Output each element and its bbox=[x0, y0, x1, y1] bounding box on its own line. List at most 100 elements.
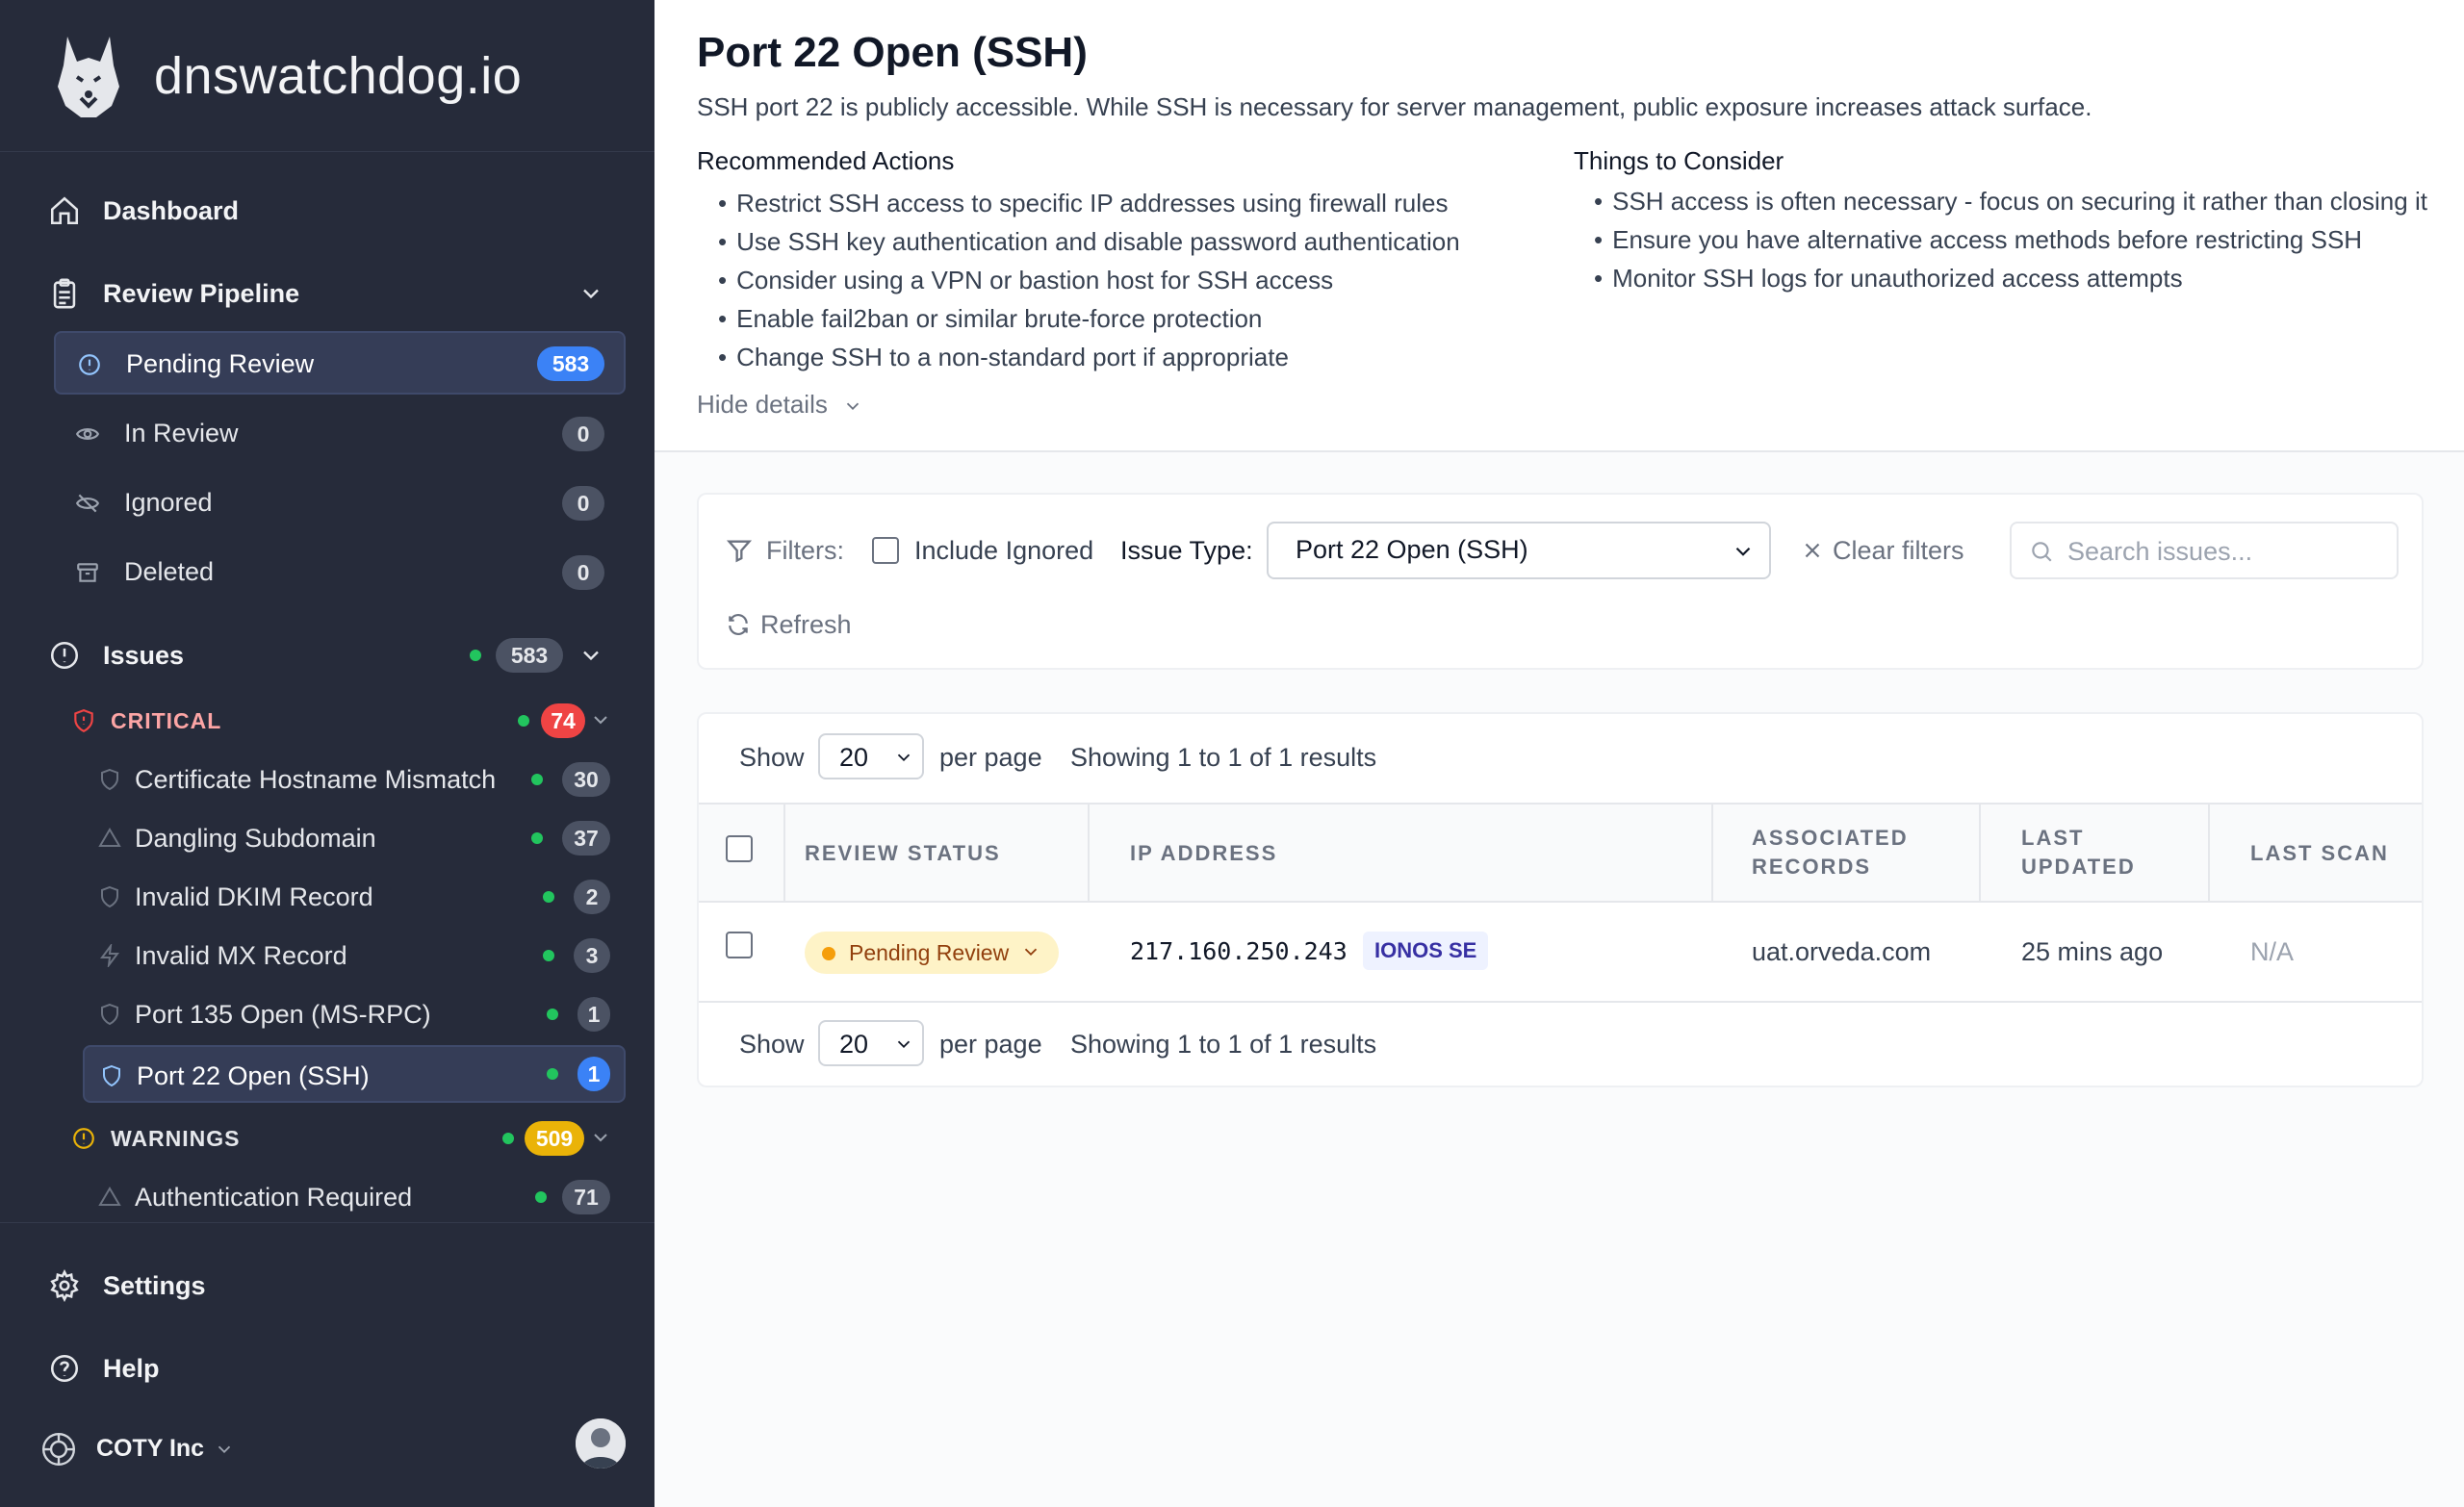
main-content: Port 22 Open (SSH) SSH port 22 is public… bbox=[654, 0, 2464, 1507]
recommended-actions-heading: Recommended Actions bbox=[697, 146, 955, 175]
chevron-down-icon bbox=[1735, 547, 1751, 556]
pipeline-item-in-review[interactable]: In Review 0 bbox=[54, 402, 626, 466]
pipeline-item-label: Deleted bbox=[124, 557, 215, 586]
row-checkbox[interactable] bbox=[726, 932, 753, 958]
per-page-value: 20 bbox=[839, 1030, 869, 1059]
pipeline-item-label: Ignored bbox=[124, 488, 213, 517]
status-dot bbox=[535, 1191, 547, 1203]
per-page-label: per page bbox=[939, 1030, 1042, 1059]
chevron-down-icon[interactable] bbox=[578, 642, 604, 669]
shield-icon bbox=[101, 1003, 118, 1026]
issue-type-select[interactable]: Port 22 Open (SSH) bbox=[1267, 522, 1771, 579]
ip-address[interactable]: 217.160.250.243 bbox=[1130, 937, 1348, 965]
count-badge: 71 bbox=[562, 1180, 610, 1214]
status-dot bbox=[502, 1133, 514, 1144]
clipboard-icon bbox=[53, 278, 76, 309]
brand[interactable]: dnswatchdog.io bbox=[0, 0, 654, 152]
search-input[interactable]: Search issues... bbox=[2010, 522, 2399, 579]
category-critical[interactable]: CRITICAL 74 bbox=[67, 697, 626, 745]
count-badge: 74 bbox=[541, 703, 585, 738]
associated-records[interactable]: uat.orveda.com bbox=[1752, 937, 1931, 967]
issue-type-value: Port 22 Open (SSH) bbox=[1296, 535, 1528, 564]
nav-help[interactable]: Help bbox=[0, 1346, 654, 1391]
hide-details-toggle[interactable]: Hide details bbox=[697, 390, 863, 420]
chevron-down-icon[interactable] bbox=[589, 1126, 612, 1149]
pipeline-item-ignored[interactable]: Ignored 0 bbox=[54, 472, 626, 535]
results-summary: Showing 1 to 1 of 1 results bbox=[1070, 1030, 1377, 1059]
category-label: CRITICAL bbox=[111, 708, 222, 733]
list-item: SSH access is often necessary - focus on… bbox=[1594, 184, 2441, 218]
chevron-down-icon[interactable] bbox=[578, 280, 604, 307]
pipeline-item-label: Pending Review bbox=[126, 349, 315, 378]
clear-filters-label: Clear filters bbox=[1833, 536, 1964, 565]
table-row[interactable]: Pending Review 217.160.250.243 IONOS SE … bbox=[699, 903, 2422, 1001]
user-avatar-image bbox=[576, 1418, 626, 1469]
nav-settings[interactable]: Settings bbox=[0, 1264, 654, 1308]
issue-item-invalid-dkim-record[interactable]: Invalid DKIM Record 2 bbox=[83, 868, 626, 926]
issue-item-dangling-subdomain[interactable]: Dangling Subdomain 37 bbox=[83, 809, 626, 867]
status-dot bbox=[547, 1068, 558, 1080]
last-updated: 25 mins ago bbox=[2021, 937, 2164, 966]
issue-item-label: Port 22 Open (SSH) bbox=[137, 1061, 370, 1090]
per-page-select[interactable]: 20 bbox=[818, 1020, 924, 1066]
issue-item-port-22-open[interactable]: Port 22 Open (SSH) 1 bbox=[83, 1045, 626, 1103]
last-scan: N/A bbox=[2250, 937, 2295, 966]
count-badge: 2 bbox=[574, 880, 610, 914]
org-switcher[interactable]: COTY Inc bbox=[0, 1425, 654, 1469]
column-header-review-status[interactable]: REVIEW STATUS bbox=[805, 839, 1001, 868]
show-label: Show bbox=[739, 1030, 805, 1059]
include-ignored-checkbox[interactable] bbox=[872, 537, 899, 564]
org-logo-icon bbox=[41, 1432, 76, 1467]
per-page-select[interactable]: 20 bbox=[818, 733, 924, 779]
user-avatar[interactable] bbox=[576, 1418, 626, 1469]
chevron-down-icon[interactable] bbox=[589, 708, 612, 731]
status-label: Pending Review bbox=[849, 940, 1010, 965]
issue-item-label: Invalid MX Record bbox=[135, 941, 347, 970]
nav-issues[interactable]: Issues 583 bbox=[0, 633, 654, 677]
category-warnings[interactable]: WARNINGS 509 bbox=[67, 1114, 626, 1162]
nav-review-pipeline[interactable]: Review Pipeline bbox=[0, 271, 654, 316]
results-summary: Showing 1 to 1 of 1 results bbox=[1070, 743, 1377, 772]
column-header-last-scan[interactable]: LAST SCAN bbox=[2250, 839, 2389, 868]
nav-review-pipeline-label: Review Pipeline bbox=[103, 279, 300, 308]
pipeline-item-pending-review[interactable]: Pending Review 583 bbox=[54, 331, 626, 395]
pipeline-item-label: In Review bbox=[124, 419, 239, 447]
sidebar-footer: Settings Help COTY Inc bbox=[0, 1222, 654, 1507]
column-header-line: RECORDS bbox=[1752, 855, 1872, 879]
status-dropdown[interactable]: Pending Review bbox=[805, 932, 1059, 974]
include-ignored-label[interactable]: Include Ignored bbox=[914, 536, 1093, 566]
status-dot bbox=[531, 832, 543, 844]
column-header-ip-address[interactable]: IP ADDRESS bbox=[1130, 839, 1277, 868]
issue-item-port-135-open[interactable]: Port 135 Open (MS-RPC) 1 bbox=[83, 985, 626, 1043]
issue-item-authentication-required[interactable]: Authentication Required 71 bbox=[83, 1168, 626, 1226]
issue-item-invalid-mx-record[interactable]: Invalid MX Record 3 bbox=[83, 927, 626, 984]
issue-item-label: Port 135 Open (MS-RPC) bbox=[135, 1000, 431, 1029]
list-item: Use SSH key authentication and disable p… bbox=[718, 222, 1565, 261]
count-badge: 37 bbox=[562, 821, 610, 856]
home-icon bbox=[50, 196, 79, 225]
per-page-value: 20 bbox=[839, 743, 869, 772]
isp-tag: IONOS SE bbox=[1363, 932, 1489, 970]
refresh-button[interactable]: Refresh bbox=[726, 608, 860, 643]
chevron-down-icon bbox=[1024, 948, 1038, 957]
gear-icon bbox=[50, 1269, 79, 1302]
sidebar: dnswatchdog.io Dashboard Review Pipeline… bbox=[0, 0, 654, 1507]
close-icon bbox=[1805, 543, 1820, 558]
divider bbox=[783, 803, 785, 901]
divider bbox=[2208, 803, 2210, 901]
things-to-consider-heading: Things to Consider bbox=[1574, 146, 1784, 175]
column-header-last-updated[interactable]: LAST UPDATED bbox=[2021, 824, 2136, 881]
divider bbox=[699, 1001, 2422, 1003]
filter-icon bbox=[726, 540, 753, 563]
nav-dashboard[interactable]: Dashboard bbox=[0, 189, 654, 233]
select-all-checkbox[interactable] bbox=[726, 835, 753, 862]
shield-alert-icon bbox=[74, 709, 93, 733]
chevron-down-icon bbox=[218, 1445, 231, 1454]
issue-type-label: Issue Type: bbox=[1120, 536, 1253, 565]
pipeline-item-deleted[interactable]: Deleted 0 bbox=[54, 541, 626, 604]
issue-item-label: Invalid DKIM Record bbox=[135, 882, 373, 911]
issue-item-certificate-hostname-mismatch[interactable]: Certificate Hostname Mismatch 30 bbox=[83, 751, 626, 808]
count-badge: 583 bbox=[537, 346, 604, 381]
column-header-associated-records[interactable]: ASSOCIATED RECORDS bbox=[1752, 824, 1909, 881]
status-dot bbox=[543, 950, 554, 961]
